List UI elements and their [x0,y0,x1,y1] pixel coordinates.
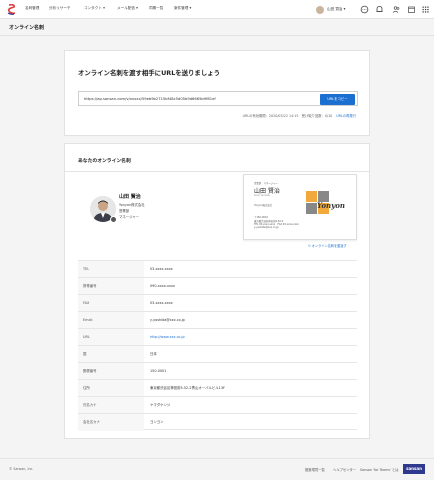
row-value: 090-xxxx-xxxx [150,284,175,288]
table-row: 会社名カナ ヨンヨン [78,413,357,431]
row-value: 日本 [150,352,157,356]
nav-item-sync[interactable]: 同期一覧 [149,6,163,11]
website-link[interactable]: http://www.xxx.co.jp [150,329,185,346]
online-card-heading: あなたのオンライン名刺 [78,159,131,164]
row-label: FAX [78,295,144,312]
table-row: URL http://www.xxx.co.jp [78,328,357,346]
nav-item-mail[interactable]: メール配信 ▾ [117,6,138,11]
people-icon[interactable] [392,5,401,14]
bell-icon[interactable] [375,5,384,14]
bizcard-brand: Yonyon [317,201,345,210]
card-details-table: TEL 03-xxxx-xxxx 携帯番号 090-xxxx-xxxx FAX 03-… [78,260,357,431]
share-url-card: オンライン名刺を渡す相手にURLを送りましょう https://ap.sansa… [64,50,370,136]
row-label: 氏名カナ [78,397,144,414]
bizcard-romaji: Kenji Yamada [254,194,270,197]
row-value: 150-0001 [150,369,167,373]
business-card-image[interactable]: 営業部 マネージャー 山田 賢治 Kenji Yamada Yonyon株式会社… [243,174,357,240]
nav-item-deals[interactable]: 案件管理 ▾ [174,6,191,11]
share-heading: オンライン名刺を渡す相手にURLを送りましょう [78,69,220,77]
row-label: 郵便番号 [78,363,144,380]
grid-icon[interactable] [421,5,430,14]
profile-department: 営業部 [119,209,130,213]
table-row: FAX 03-xxxx-xxxx [78,294,357,312]
row-label: TEL [78,261,144,278]
row-value: ヤマダケンジ [150,403,171,407]
divider [65,171,369,172]
online-card-panel: あなたのオンライン名刺 山田 賢治 Yonyon株式会社 営業部 マネージャー … [64,143,370,439]
row-value: 03-xxxx-xxxx [150,301,173,305]
user-menu[interactable]: 山田 賢治 ▾ [316,4,345,15]
sansan-brand-logo[interactable]: sansan [403,464,425,474]
nav-item-research[interactable]: 分析リサーチ [49,6,71,11]
avatar [316,5,324,14]
nav-item-contacts[interactable]: コンタクト ▾ [84,6,105,11]
url-meta: URLの有効期限：2020/03/22 14:15 受け取り回数：0/10 URL… [243,113,356,118]
table-row: 氏名カナ ヤマダケンジ [78,396,357,414]
row-value: 03-xxxx-xxxx [150,267,173,271]
row-label: 携帯番号 [78,278,144,295]
share-url-field[interactable]: https://ap.sansan.com/v/xxxxx/59eb9b2715… [78,91,358,106]
table-row: 住所 東京都渋谷区神宮前5-52-2青山オーバルビル13F [78,379,357,397]
top-nav: 名刺管理 分析リサーチ コンタクト ▾ メール配信 ▾ 同期一覧 案件管理 ▾ … [0,0,434,19]
bizcard-company: Yonyon株式会社 [254,204,273,207]
camera-badge-icon[interactable] [110,216,117,223]
row-label: 住所 [78,380,144,397]
sansan-logo-icon[interactable] [7,4,16,15]
row-label: 会社名カナ [78,414,144,431]
profile-title: マネージャー [119,215,140,219]
table-row: 携帯番号 090-xxxx-xxxx [78,277,357,295]
profile-name: 山田 賢治 [119,194,141,200]
table-row: Email y-yoshida@xxx.co.jp [78,311,357,329]
footer-link-env[interactable]: 推奨環境一覧 [305,467,325,472]
copy-url-button[interactable]: URLをコピー [320,93,355,105]
row-value: 東京都渋谷区神宮前5-52-2青山オーバルビル13F [150,386,225,390]
row-label: URL [78,329,144,346]
nav-item-cards[interactable]: 名刺管理 [25,6,39,11]
copyright: © Sansan, Inc. [9,467,34,471]
row-value: ヨンヨン [150,420,164,424]
footer-link-about[interactable]: Sansan 'for Teams' とは [360,467,399,472]
row-label: 国 [78,346,144,363]
page-title: オンライン名刺 [9,25,45,31]
footer: © Sansan, Inc. 推奨環境一覧 ヘルプセンター Sansan 'fo… [0,458,434,480]
url-expiry-text: URLの有効期限：2020/03/22 14:15 受け取り回数：0/10 [242,114,333,118]
flip-card-link[interactable]: ↻ オンライン名刺を裏返す [308,243,347,248]
page-header: オンライン名刺 [0,19,434,36]
row-value: y-yoshida@xxx.co.jp [150,318,185,322]
table-row: TEL 03-xxxx-xxxx [78,260,357,278]
calendar-icon[interactable] [407,5,416,14]
bizcard-line: y-yoshida@xxx.co.jp [254,225,279,229]
chat-icon[interactable] [360,5,369,14]
reissue-url-link[interactable]: URLの再発行 [336,114,356,118]
bizcard-dept: 営業部 マネージャー [254,182,278,185]
share-url-text[interactable]: https://ap.sansan.com/v/xxxxx/59eb9b2715… [84,97,216,101]
profile-company: Yonyon株式会社 [119,203,145,207]
user-name: 山田 賢治 ▾ [327,7,346,11]
row-label: Email [78,312,144,329]
footer-link-help[interactable]: ヘルプセンター [333,467,356,472]
table-row: 国 日本 [78,345,357,363]
table-row: 郵便番号 150-0001 [78,362,357,380]
